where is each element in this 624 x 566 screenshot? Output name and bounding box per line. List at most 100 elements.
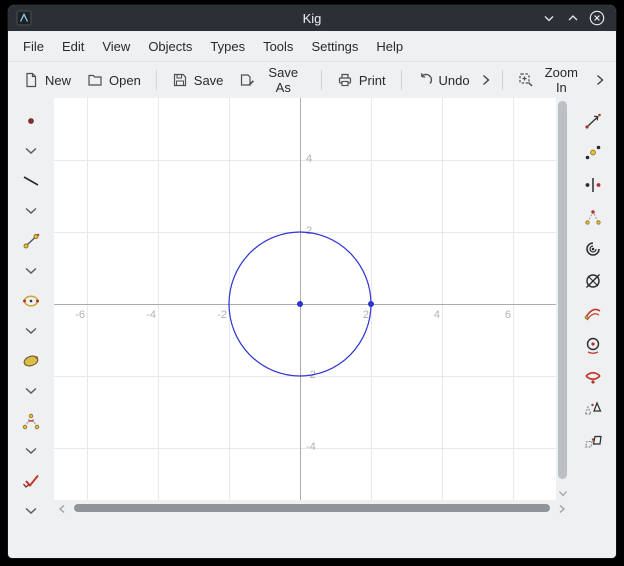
- save-as-icon: [239, 72, 254, 88]
- conic-icon: [21, 351, 41, 371]
- similar-quads-icon: [583, 431, 603, 451]
- scroll-left-icon[interactable]: [58, 504, 66, 514]
- zoom-in-button-label: Zoom In: [539, 65, 584, 95]
- geometry-canvas[interactable]: -6 -4 -2 2 4 6 4 2 -2 -4: [54, 98, 556, 500]
- circle-tool-expand-button[interactable]: [17, 326, 45, 336]
- check-icon: [21, 471, 41, 491]
- inversion-tool-button[interactable]: [579, 270, 607, 292]
- zoom-in-button[interactable]: Zoom In: [511, 60, 591, 100]
- chevron-down-icon: [24, 507, 38, 515]
- save-button[interactable]: Save: [165, 67, 231, 93]
- content-area: -6 -4 -2 2 4 6 4 2 -2 -4: [8, 98, 616, 558]
- zoom-in-icon: [518, 72, 533, 88]
- geometry-point[interactable]: [368, 301, 374, 307]
- angle-tool-button[interactable]: [17, 410, 45, 432]
- kig-app-icon: [16, 10, 32, 26]
- menu-tools[interactable]: Tools: [254, 35, 302, 58]
- circle-tool-button[interactable]: [17, 290, 45, 312]
- menu-help[interactable]: Help: [367, 35, 412, 58]
- print-button[interactable]: Print: [330, 67, 393, 93]
- titlebar[interactable]: Kig: [8, 5, 616, 31]
- printer-icon: [337, 72, 353, 88]
- geometry-svg: [54, 98, 556, 500]
- circle-center-icon: [583, 335, 603, 355]
- arc-icon: [583, 303, 603, 323]
- crossed-circle-icon: [583, 271, 603, 291]
- kig-window: Kig File Edit View Objects Types Tools S…: [8, 5, 616, 558]
- undo-button-label: Undo: [439, 73, 470, 88]
- canvas-column: -6 -4 -2 2 4 6 4 2 -2 -4: [54, 98, 570, 558]
- save-as-button[interactable]: Save As: [232, 60, 312, 100]
- scroll-down-icon[interactable]: [557, 490, 569, 498]
- arc-tool-button[interactable]: [579, 302, 607, 324]
- folder-icon: [87, 72, 103, 88]
- spiral-icon: [583, 239, 603, 259]
- test-tool-button[interactable]: [17, 470, 45, 492]
- segment-tool-button[interactable]: [17, 230, 45, 252]
- undo-more-button[interactable]: [479, 69, 494, 91]
- menu-edit[interactable]: Edit: [53, 35, 93, 58]
- point-tool-expand-button[interactable]: [17, 146, 45, 156]
- undo-icon: [417, 72, 433, 88]
- toolbar-overflow-button[interactable]: [593, 69, 608, 91]
- maximize-button[interactable]: [562, 7, 584, 29]
- circle-center-tool-button[interactable]: [579, 334, 607, 356]
- chevron-right-icon: [596, 73, 605, 87]
- horizontal-scrollbar[interactable]: [54, 500, 570, 516]
- similar-triangles-icon: [583, 399, 603, 419]
- vertical-scrollbar[interactable]: [556, 98, 570, 500]
- close-icon: [588, 9, 606, 27]
- axis-reflection-tool-button[interactable]: [579, 174, 607, 196]
- angle-tool-expand-button[interactable]: [17, 446, 45, 456]
- toolbar-separator: [502, 70, 503, 90]
- menu-file[interactable]: File: [14, 35, 53, 58]
- test-tool-expand-button[interactable]: [17, 506, 45, 516]
- conic-arc-tool-button[interactable]: [579, 366, 607, 388]
- close-button[interactable]: [586, 7, 608, 29]
- similarity-tool-button[interactable]: [579, 398, 607, 420]
- axis-reflection-icon: [583, 175, 603, 195]
- rotation-tool-button[interactable]: [579, 206, 607, 228]
- line-tool-button[interactable]: [17, 170, 45, 192]
- chevron-down-icon: [24, 207, 38, 215]
- geometry-point[interactable]: [297, 301, 303, 307]
- conic-tool-button[interactable]: [17, 350, 45, 372]
- segment-icon: [21, 231, 41, 251]
- projectivity-tool-button[interactable]: [579, 430, 607, 452]
- open-button-label: Open: [109, 73, 141, 88]
- menu-settings[interactable]: Settings: [302, 35, 367, 58]
- point-icon: [21, 111, 41, 131]
- new-button[interactable]: New: [16, 67, 78, 93]
- save-icon: [172, 72, 188, 88]
- chevron-down-icon: [24, 447, 38, 455]
- open-button[interactable]: Open: [80, 67, 148, 93]
- scroll-right-icon[interactable]: [558, 504, 566, 514]
- menu-objects[interactable]: Objects: [139, 35, 201, 58]
- chevron-down-icon: [24, 147, 38, 155]
- print-button-label: Print: [359, 73, 386, 88]
- save-as-button-label: Save As: [261, 65, 306, 95]
- vertical-scrollbar-thumb[interactable]: [558, 101, 567, 479]
- angle-icon: [21, 411, 41, 431]
- new-document-icon: [23, 72, 39, 88]
- horizontal-scrollbar-thumb[interactable]: [74, 504, 550, 512]
- translation-tool-button[interactable]: [579, 110, 607, 132]
- menu-types[interactable]: Types: [201, 35, 254, 58]
- circle-icon: [21, 291, 41, 311]
- undo-button[interactable]: Undo: [410, 67, 477, 93]
- line-tool-expand-button[interactable]: [17, 206, 45, 216]
- chevron-down-icon: [541, 10, 557, 26]
- segment-tool-expand-button[interactable]: [17, 266, 45, 276]
- point-reflection-icon: [583, 143, 603, 163]
- spiral-tool-button[interactable]: [579, 238, 607, 260]
- toolbar-separator: [156, 70, 157, 90]
- line-icon: [21, 171, 41, 191]
- point-tool-button[interactable]: [17, 110, 45, 132]
- minimize-button[interactable]: [538, 7, 560, 29]
- chevron-right-icon: [482, 73, 491, 87]
- point-reflection-tool-button[interactable]: [579, 142, 607, 164]
- save-button-label: Save: [194, 73, 224, 88]
- vector-icon: [583, 111, 603, 131]
- conic-tool-expand-button[interactable]: [17, 386, 45, 396]
- menu-view[interactable]: View: [93, 35, 139, 58]
